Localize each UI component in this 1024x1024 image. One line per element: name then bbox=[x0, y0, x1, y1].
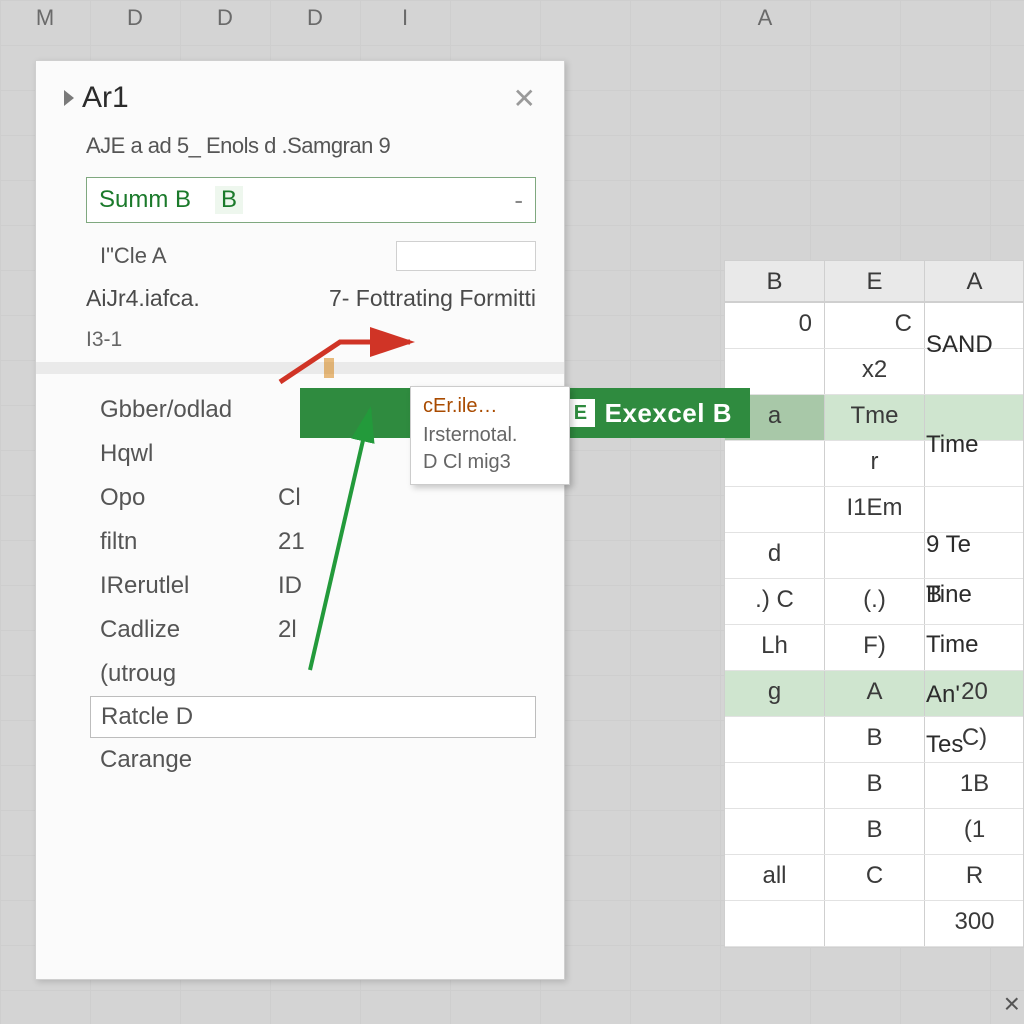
scroll-corner-icon[interactable]: × bbox=[1004, 988, 1020, 1020]
list-item-selected[interactable]: Ratcle D bbox=[90, 696, 536, 738]
context-tooltip: cEr.ile… Irsternotal. D Cl mig3 bbox=[410, 386, 570, 485]
excel-logo-icon: E bbox=[567, 399, 595, 427]
pane-title: Ar1 bbox=[64, 81, 129, 115]
sheet-column-headers[interactable]: B E A bbox=[724, 260, 1024, 302]
green-arrow-icon bbox=[240, 400, 380, 680]
sum-dropdown[interactable]: Summ B B - bbox=[86, 177, 536, 223]
list-item[interactable]: Carange bbox=[100, 738, 536, 782]
excel-title-text: Exexcel B bbox=[605, 398, 732, 429]
red-arrow-icon bbox=[270, 322, 420, 392]
section-left-label: AiJr4.iafca. bbox=[86, 285, 200, 312]
chevron-down-icon: - bbox=[514, 185, 523, 216]
dropdown-column-label: B bbox=[215, 186, 243, 214]
mini-input[interactable] bbox=[396, 241, 536, 271]
dropdown-main-label: Summ B bbox=[99, 186, 191, 214]
tooltip-title: cEr.ile… bbox=[423, 395, 557, 418]
side-label-column: SAND Time 9 Te Tine B Time An' Tes bbox=[926, 320, 1016, 770]
clear-label: I"Cle A bbox=[100, 243, 167, 269]
table-row[interactable]: B(1 bbox=[725, 809, 1023, 855]
table-row[interactable]: allCR bbox=[725, 855, 1023, 901]
tooltip-line: D Cl mig3 bbox=[423, 449, 557, 476]
tooltip-line: Irsternotal. bbox=[423, 422, 557, 449]
background-column-headers: M D D D I A bbox=[0, 0, 1024, 36]
table-row[interactable]: 300 bbox=[725, 901, 1023, 947]
close-icon[interactable]: ✕ bbox=[513, 82, 536, 115]
pane-subtitle: AJE a ad 5_ Enols d .Samgran 9 bbox=[86, 133, 536, 159]
section-right-label: 7- Fottrating Formitti bbox=[329, 285, 536, 312]
play-icon bbox=[64, 90, 74, 106]
